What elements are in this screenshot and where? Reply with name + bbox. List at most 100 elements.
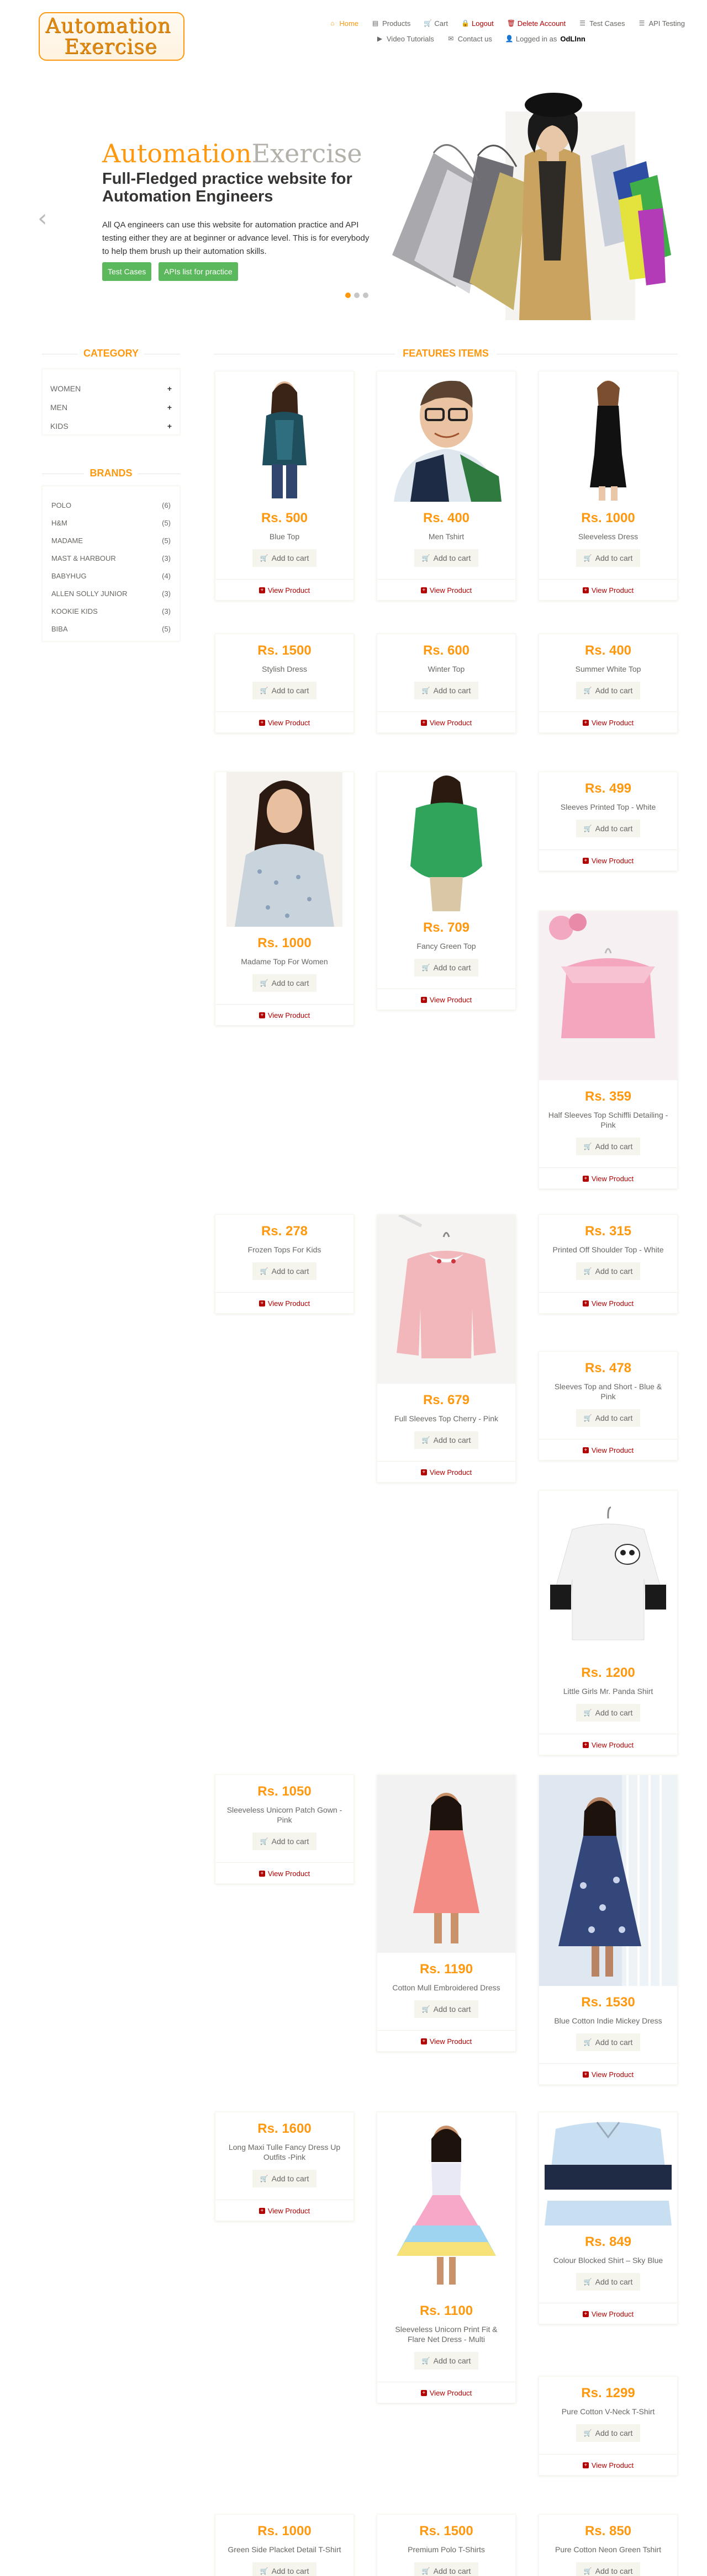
view-product-link[interactable]: + View Product (539, 579, 677, 600)
add-to-cart-button[interactable]: 🛒 Add to cart (576, 1704, 641, 1722)
nav-test-cases[interactable]: ☰ Test Cases (579, 19, 625, 28)
add-to-cart-button[interactable]: 🛒 Add to cart (252, 549, 317, 567)
view-product-label: View Product (429, 996, 472, 1004)
add-to-cart-button[interactable]: 🛒 Add to cart (414, 2000, 479, 2018)
brand-polo[interactable]: POLO (6) (51, 496, 171, 514)
view-product-link[interactable]: + View Product (539, 2063, 677, 2084)
add-to-cart-button[interactable]: 🛒 Add to cart (576, 2562, 641, 2576)
plus-icon[interactable]: + (167, 403, 172, 412)
nav-video-label: Video Tutorials (387, 34, 434, 43)
view-product-link[interactable]: + View Product (215, 1862, 354, 1883)
view-product-link[interactable]: + View Product (539, 2454, 677, 2475)
slider-prev-icon[interactable]: ‹ (38, 204, 48, 232)
cart-icon: 🛒 (421, 2357, 430, 2365)
view-product-link[interactable]: + View Product (539, 1167, 677, 1188)
brand-mast-harbour[interactable]: MAST & HARBOUR (3) (51, 549, 171, 567)
brand-allen-solly-junior[interactable]: ALLEN SOLLY JUNIOR (3) (51, 585, 171, 602)
view-product-link[interactable]: + View Product (215, 579, 354, 600)
product-card: Rs. 1299 Pure Cotton V-Neck T-Shirt 🛒 Add t… (539, 2376, 678, 2476)
view-product-link[interactable]: + View Product (215, 2200, 354, 2221)
view-product-link[interactable]: + View Product (539, 1292, 677, 1313)
plus-square-icon: + (420, 2038, 427, 2044)
product-price: Rs. 1500 (257, 643, 312, 658)
view-product-label: View Product (429, 2389, 472, 2397)
product-name: Long Maxi Tulle Fancy Dress Up Outfits -… (228, 2143, 341, 2161)
nav-video-tutorials[interactable]: ▶ Video Tutorials (376, 35, 434, 43)
view-product-link[interactable]: + View Product (377, 1461, 515, 1482)
plus-square-icon: + (420, 587, 427, 593)
category-kids[interactable]: KIDS + (50, 417, 172, 435)
view-product-link[interactable]: + View Product (377, 2030, 515, 2051)
nav-api-testing-label: API Testing (648, 19, 685, 28)
brand-kookie-kids[interactable]: KOOKIE KIDS (3) (51, 602, 171, 620)
brand-biba[interactable]: BIBA (5) (51, 620, 171, 638)
nav-logout[interactable]: 🔒 Logout (461, 19, 494, 28)
nav-contact-us[interactable]: ✉ Contact us (447, 35, 492, 43)
nav-products[interactable]: ▤ Products (372, 19, 410, 28)
add-to-cart-button[interactable]: 🛒 Add to cart (252, 1262, 317, 1280)
add-to-cart-button[interactable]: 🛒 Add to cart (414, 1431, 479, 1449)
add-to-cart-button[interactable]: 🛒 Add to cart (576, 820, 641, 837)
plus-square-icon: + (582, 587, 589, 593)
apis-list-button[interactable]: APIs list for practice (159, 262, 238, 281)
add-to-cart-button[interactable]: 🛒 Add to cart (414, 549, 479, 567)
add-to-cart-button[interactable]: 🛒 Add to cart (414, 2562, 479, 2576)
view-product-link[interactable]: + View Product (215, 1292, 354, 1313)
add-to-cart-button[interactable]: 🛒 Add to cart (576, 2033, 641, 2051)
add-to-cart-button[interactable]: 🛒 Add to cart (576, 1262, 641, 1280)
add-to-cart-button[interactable]: 🛒 Add to cart (576, 2424, 641, 2442)
add-to-cart-button[interactable]: 🛒 Add to cart (576, 682, 641, 699)
product-card: Rs. 849 Colour Blocked Shirt – Sky Blue 🛒 A… (539, 2112, 678, 2324)
add-to-cart-button[interactable]: 🛒 Add to cart (576, 1138, 641, 1155)
view-product-link[interactable]: + View Product (377, 711, 515, 732)
category-men[interactable]: MEN + (50, 398, 172, 417)
brand-babyhug[interactable]: BABYHUG (4) (51, 567, 171, 585)
product-image (377, 1775, 515, 1953)
view-product-link[interactable]: + View Product (377, 2382, 515, 2403)
view-product-link[interactable]: + View Product (215, 711, 354, 732)
add-to-cart-button[interactable]: 🛒 Add to cart (252, 1833, 317, 1850)
test-cases-button[interactable]: Test Cases (102, 262, 152, 281)
add-to-cart-button[interactable]: 🛒 Add to cart (252, 2170, 317, 2187)
nav-home[interactable]: ⌂ Home (329, 19, 358, 28)
product-price: Rs. 850 (584, 2524, 632, 2538)
add-to-cart-button[interactable]: 🛒 Add to cart (576, 1409, 641, 1427)
slider-indicators (345, 293, 368, 298)
add-to-cart-button[interactable]: 🛒 Add to cart (414, 682, 479, 699)
product-price: Rs. 400 (423, 511, 470, 525)
brand-hm[interactable]: H&M (5) (51, 514, 171, 532)
cart-icon: 🛒 (583, 2567, 592, 2575)
category-women[interactable]: WOMEN + (50, 379, 172, 398)
view-product-link[interactable]: + View Product (539, 711, 677, 732)
product-price: Rs. 1299 (581, 2386, 635, 2400)
slider-dot-1[interactable] (345, 293, 351, 298)
slider-dot-2[interactable] (354, 293, 360, 298)
add-to-cart-button[interactable]: 🛒 Add to cart (414, 2352, 479, 2370)
plus-icon[interactable]: + (167, 384, 172, 393)
view-product-link[interactable]: + View Product (377, 989, 515, 1010)
category-heading: CATEGORY (42, 348, 180, 359)
add-to-cart-button[interactable]: 🛒 Add to cart (576, 2273, 641, 2291)
slider-dot-3[interactable] (363, 293, 368, 298)
add-to-cart-button[interactable]: 🛒 Add to cart (576, 549, 641, 567)
add-to-cart-button[interactable]: 🛒 Add to cart (252, 974, 317, 992)
brand-madame[interactable]: MADAME (5) (51, 532, 171, 549)
add-to-cart-button[interactable]: 🛒 Add to cart (414, 959, 479, 976)
nav-api-testing[interactable]: ☰ API Testing (638, 19, 685, 28)
brand-name: POLO (51, 501, 72, 509)
add-to-cart-button[interactable]: 🛒 Add to cart (252, 682, 317, 699)
plus-icon[interactable]: + (167, 422, 172, 431)
site-logo[interactable]: Automation Exercise (39, 12, 184, 61)
nav-cart[interactable]: 🛒 Cart (424, 19, 448, 28)
nav-delete-account[interactable]: 🗑 Delete Account (507, 19, 566, 28)
brand-name: H&M (51, 518, 67, 527)
view-product-link[interactable]: + View Product (539, 1439, 677, 1460)
view-product-link[interactable]: + View Product (377, 579, 515, 600)
view-product-link[interactable]: + View Product (539, 1734, 677, 1755)
view-product-link[interactable]: + View Product (539, 849, 677, 870)
add-to-cart-button[interactable]: 🛒 Add to cart (252, 2562, 317, 2576)
category-heading-text: CATEGORY (77, 348, 144, 359)
view-product-link[interactable]: + View Product (539, 2303, 677, 2324)
category-men-label: MEN (50, 403, 68, 412)
view-product-link[interactable]: + View Product (215, 1004, 354, 1025)
